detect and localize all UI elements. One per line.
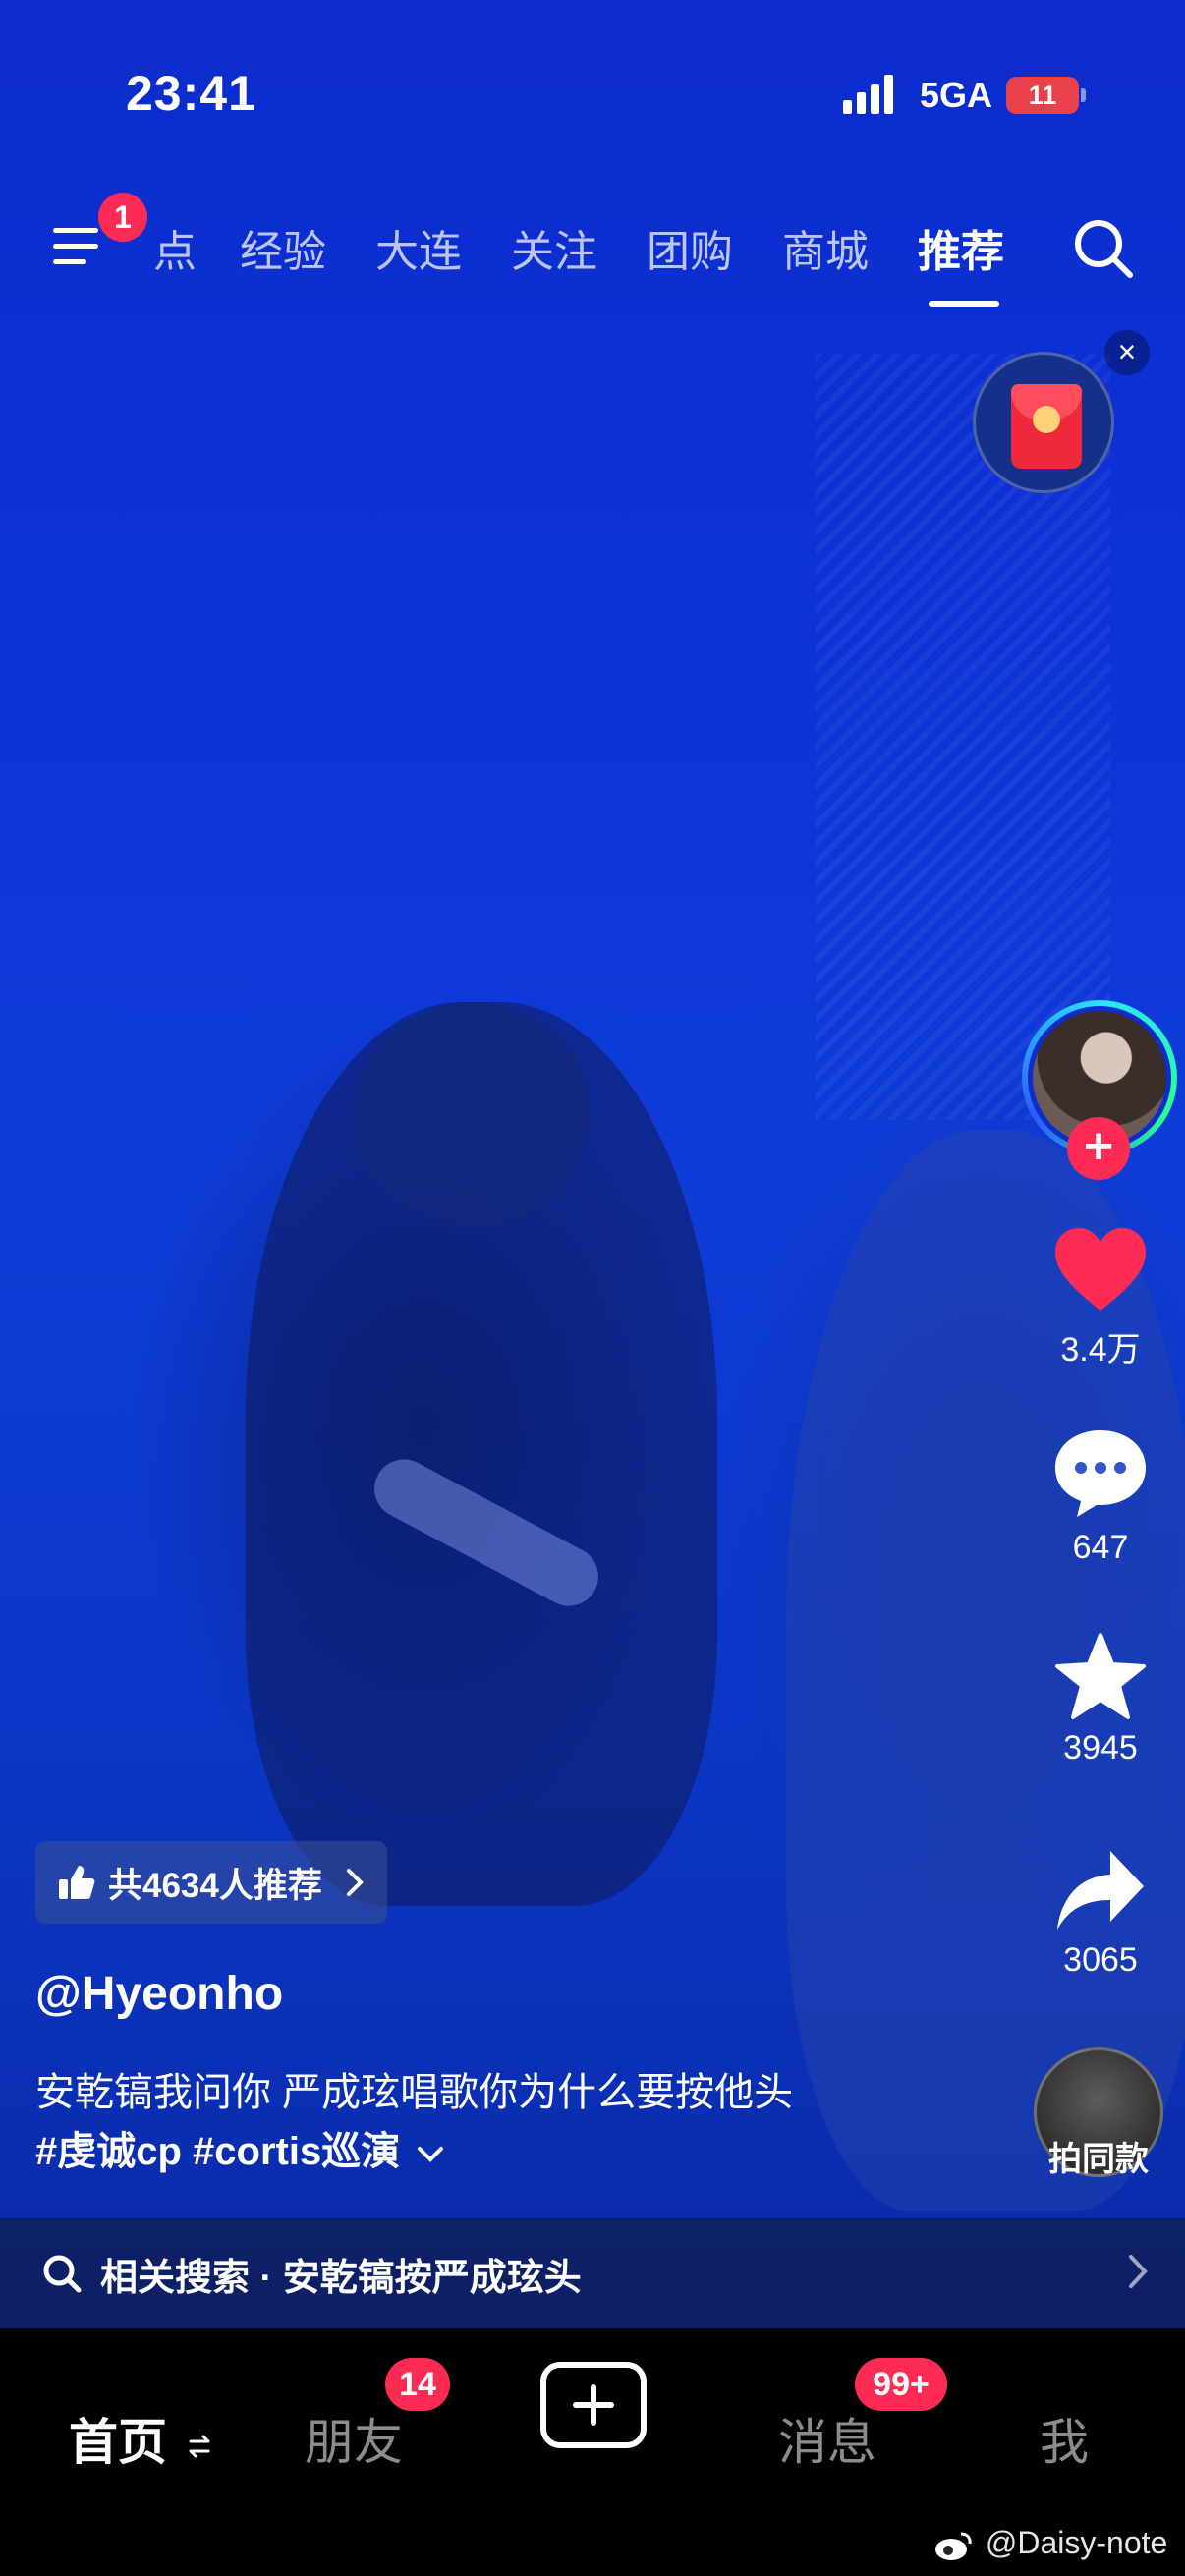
watermark-text: @Daisy-note	[985, 2525, 1168, 2560]
search-icon	[43, 2255, 82, 2293]
share-icon	[1057, 1851, 1144, 1930]
related-search-text: 相关搜索 · 安乾镐按严成玹头	[100, 2257, 582, 2299]
like-button[interactable]: 3.4万	[1042, 1226, 1159, 1371]
recommend-count-text: 共4634人推荐	[108, 1866, 322, 1905]
active-tab-indicator	[929, 301, 999, 307]
battery-level: 11	[1028, 81, 1057, 110]
watermark: @Daisy-note	[933, 2525, 1167, 2561]
author-name[interactable]: @Hyeonho	[35, 1967, 283, 2021]
tab-recommend[interactable]: 推荐	[918, 216, 1004, 279]
hashtags[interactable]: #虔诚cp #cortis巡演	[35, 2122, 444, 2181]
thumbs-up-icon	[59, 1866, 95, 1899]
tab-experience[interactable]: 经验	[240, 216, 326, 279]
close-icon[interactable]: ×	[1104, 330, 1150, 375]
chevron-down-icon[interactable]	[417, 2145, 444, 2164]
tab-mall[interactable]: 商城	[782, 216, 869, 279]
messages-badge: 99+	[855, 2358, 947, 2411]
comment-icon	[1055, 1430, 1146, 1517]
tab-home[interactable]: 首页	[69, 2403, 212, 2474]
heart-icon	[1055, 1228, 1146, 1311]
tab-me[interactable]: 我	[1040, 2403, 1089, 2474]
chevron-right-icon	[346, 1869, 364, 1896]
red-packet-icon[interactable]	[973, 352, 1114, 493]
menu-badge: 1	[98, 193, 147, 242]
tab-group-buy[interactable]: 团购	[647, 216, 733, 279]
status-time: 23:41	[126, 66, 256, 121]
tab-home-label: 首页	[69, 2415, 167, 2470]
related-search-bar[interactable]: 相关搜索 · 安乾镐按严成玹头	[0, 2218, 1185, 2328]
weibo-icon	[935, 2532, 972, 2560]
tab-friends[interactable]: 朋友	[305, 2403, 403, 2474]
tab-dian[interactable]: 点	[153, 216, 197, 279]
friends-badge: 14	[385, 2358, 450, 2411]
star-icon	[1055, 1633, 1146, 1719]
chevron-right-icon	[1129, 2255, 1148, 2288]
share-count: 3065	[1063, 1941, 1138, 1979]
share-button[interactable]: 3065	[1042, 1847, 1159, 1980]
recommend-pill[interactable]: 共4634人推荐	[35, 1841, 387, 1924]
refresh-icon	[189, 2435, 210, 2458]
network-type: 5GA	[920, 75, 993, 115]
favorite-count: 3945	[1063, 1729, 1138, 1766]
tab-dalian[interactable]: 大连	[375, 216, 462, 279]
tab-messages[interactable]: 消息	[778, 2403, 876, 2474]
battery-indicator: 11	[1006, 77, 1086, 114]
tab-following[interactable]: 关注	[511, 216, 597, 279]
favorite-button[interactable]: 3945	[1042, 1631, 1159, 1767]
performer-head	[354, 1002, 590, 1228]
like-count: 3.4万	[1060, 1331, 1141, 1369]
same-style-label[interactable]: 拍同款	[1022, 2132, 1175, 2180]
screen: 23:41 5GA 11 1 点 经验 大连 关注 团购 商城 推荐 × + 3…	[0, 0, 1185, 2576]
hashtag-text[interactable]: #虔诚cp #cortis巡演	[35, 2130, 400, 2173]
follow-plus-icon[interactable]: +	[1067, 1117, 1130, 1180]
create-plus-icon[interactable]	[540, 2362, 647, 2448]
comment-button[interactable]: 647	[1042, 1427, 1159, 1567]
comment-count: 647	[1072, 1529, 1129, 1566]
signal-icon	[843, 75, 902, 114]
search-icon[interactable]	[1071, 216, 1136, 281]
video-caption: 安乾镐我问你 严成玹唱歌你为什么要按他头	[35, 2071, 794, 2114]
